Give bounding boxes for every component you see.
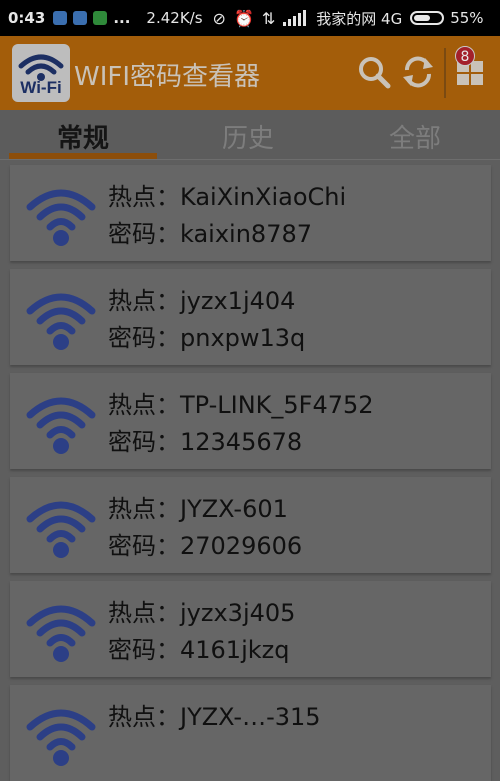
wifi-icon (26, 605, 96, 662)
list-item[interactable]: 热点：JYZX-…-315 (10, 685, 491, 781)
hotspot-name: 热点：KaiXinXiaoChi (108, 183, 347, 211)
hotspot-name: 热点：jyzx3j405 (108, 599, 296, 627)
wifi-icon (26, 189, 96, 246)
notification-badge: 8 (455, 46, 475, 66)
toolbar-divider (444, 48, 446, 98)
search-icon (359, 57, 391, 89)
wifi-icon (26, 501, 96, 558)
list-item[interactable]: 热点：TP-LINK_5F4752 密码：12345678 (10, 373, 491, 469)
list-item[interactable]: 热点：JYZX-601 密码：27029606 (10, 477, 491, 573)
status-time: 0:43 (8, 9, 46, 27)
notification-icon (93, 11, 108, 25)
vibrate-off-icon: ⊘ (212, 8, 226, 28)
tab-divider (0, 159, 500, 160)
notification-icon (73, 11, 88, 25)
battery-icon (410, 11, 445, 25)
tab-bar: 常规 历史 全部 (0, 110, 500, 160)
hotspot-password: 密码：12345678 (108, 428, 303, 456)
tab-all[interactable]: 全部 (389, 118, 441, 155)
app-bar: Wi-Fi WIFI密码查看器 (0, 36, 500, 110)
hotspot-name: 热点：JYZX-…-315 (108, 703, 321, 731)
list-item[interactable]: 热点：jyzx1j404 密码：pnxpw13q (10, 269, 491, 365)
list-item[interactable]: 热点：KaiXinXiaoChi 密码：kaixin8787 (10, 165, 491, 261)
wifi-icon (26, 293, 96, 350)
more-notifications: ... (113, 9, 131, 27)
tab-general[interactable]: 常规 (57, 118, 109, 155)
app-title: WIFI密码查看器 (74, 62, 260, 92)
data-transfer-icon: ⇅ (261, 8, 276, 28)
refresh-icon (403, 56, 433, 88)
network-speed: 2.42K/s (146, 9, 203, 27)
list-item[interactable]: 热点：jyzx3j405 密码：4161jkzq (10, 581, 491, 677)
signal-icon (283, 10, 307, 26)
wifi-icon (26, 397, 96, 454)
hotspot-password: 密码：27029606 (108, 532, 303, 560)
notification-icon (53, 11, 68, 25)
refresh-button[interactable] (398, 52, 438, 92)
hotspot-password: 密码：pnxpw13q (108, 324, 306, 352)
search-button[interactable] (354, 52, 394, 92)
app-logo-text: Wi-Fi (20, 78, 62, 97)
hotspot-password: 密码：kaixin8787 (108, 220, 313, 248)
app-logo: Wi-Fi (12, 44, 70, 102)
battery-percent: 55% (450, 9, 484, 27)
hotspot-name: 热点：TP-LINK_5F4752 (108, 391, 374, 419)
hotspot-name: 热点：JYZX-601 (108, 495, 288, 523)
carrier-label: 我家的网 4G (316, 9, 403, 28)
hotspot-password: 密码：4161jkzq (108, 636, 290, 664)
wifi-icon (26, 709, 96, 766)
hotspot-name: 热点：jyzx1j404 (108, 287, 296, 315)
tab-history[interactable]: 历史 (222, 118, 274, 155)
alarm-icon: ⏰ (233, 8, 254, 28)
status-bar: 0:43 ... 2.42K/s ⊘ ⏰ ⇅ 我家的网 4G 55% (0, 0, 500, 36)
